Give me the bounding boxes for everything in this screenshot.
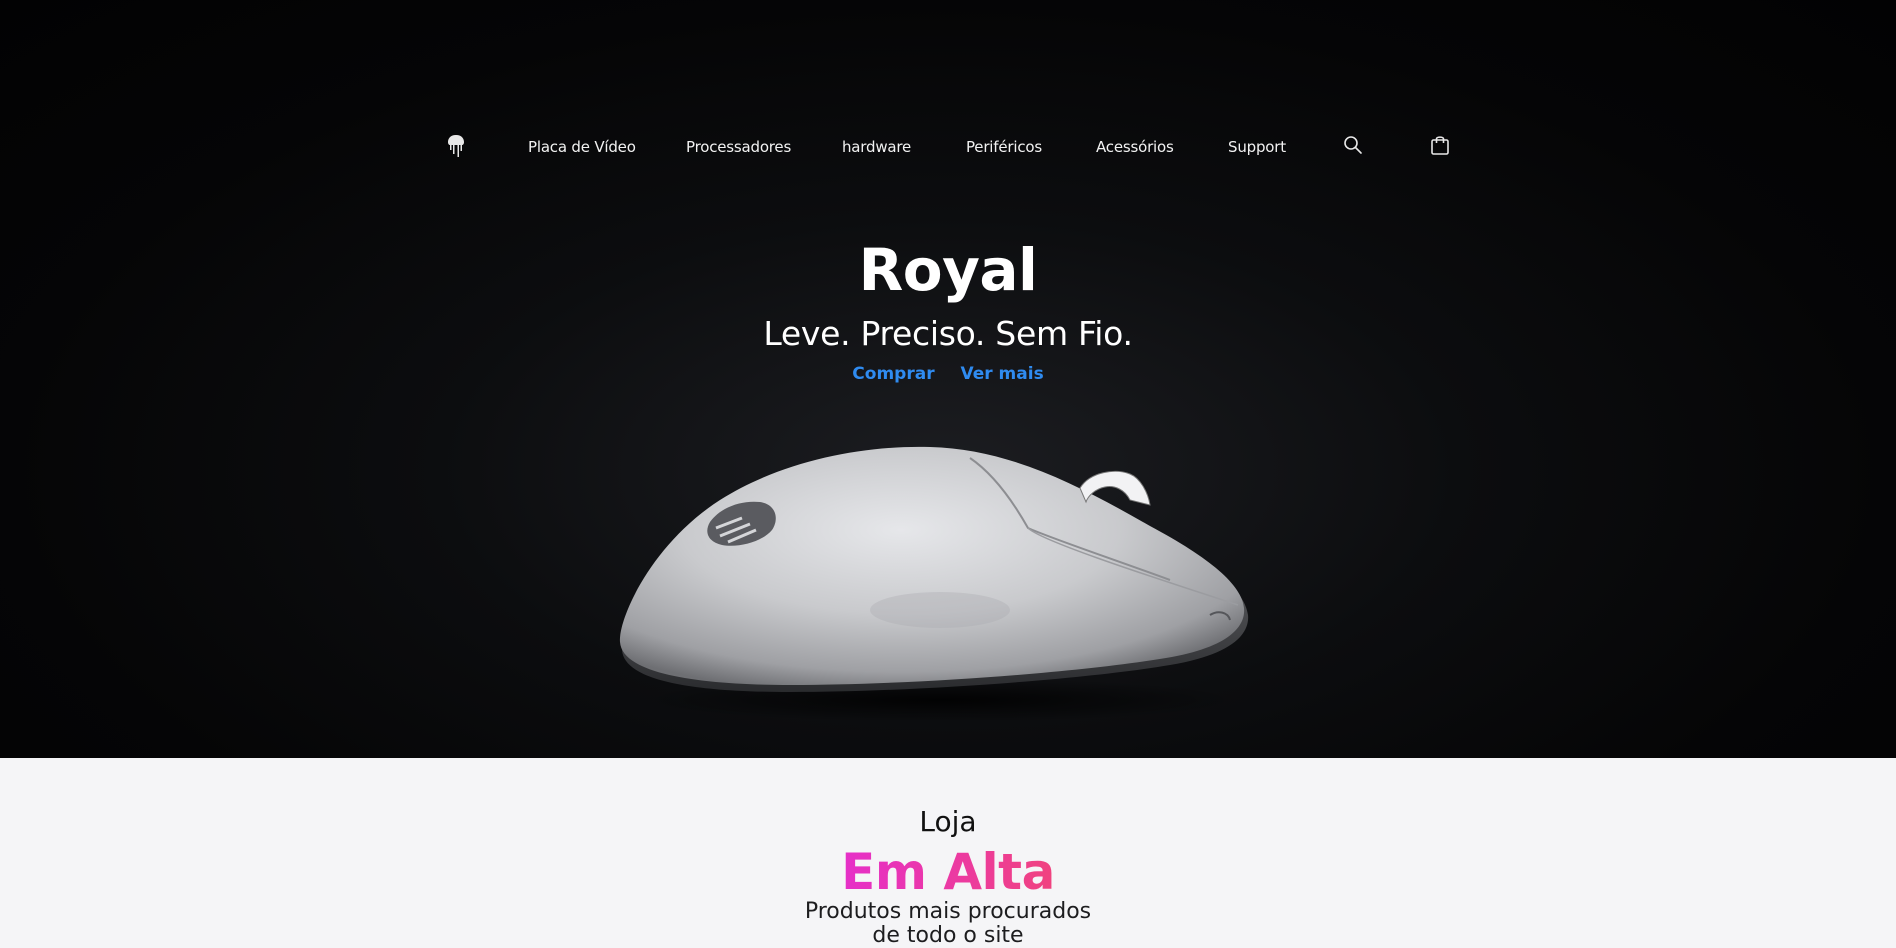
section-title: Em Alta: [0, 843, 1896, 901]
nav-link-placa-de-video[interactable]: Placa de Vídeo: [528, 138, 636, 156]
hero-title: Royal: [858, 236, 1038, 304]
section-kicker: Loja: [919, 805, 977, 838]
learn-more-link[interactable]: Ver mais: [961, 364, 1044, 384]
nav-link-acessorios[interactable]: Acessórios: [1096, 138, 1174, 156]
hero-cta-group: Comprar Ver mais: [0, 364, 1896, 384]
hero-subtitle: Leve. Preciso. Sem Fio.: [763, 314, 1133, 353]
top-navigation: Placa de Vídeo Processadores hardware Pe…: [0, 130, 1896, 164]
nav-link-support[interactable]: Support: [1228, 138, 1286, 156]
nav-link-perifericos[interactable]: Periféricos: [966, 138, 1042, 156]
hero-section: Placa de Vídeo Processadores hardware Pe…: [0, 0, 1896, 758]
shopping-bag-icon[interactable]: [1429, 134, 1451, 156]
trending-section: Loja Em Alta Produtos mais procurados de…: [0, 758, 1896, 948]
nav-link-hardware[interactable]: hardware: [842, 138, 911, 156]
section-description-line2: de todo o site: [872, 923, 1024, 948]
section-description: Produtos mais procurados de todo o site: [0, 900, 1896, 948]
section-title-text: Em Alta: [841, 843, 1055, 901]
section-description-line1: Produtos mais procurados: [804, 899, 1092, 924]
buy-link[interactable]: Comprar: [852, 364, 934, 384]
logo-icon[interactable]: [446, 134, 466, 158]
product-mouse-image: [619, 446, 1249, 720]
nav-link-processadores[interactable]: Processadores: [686, 138, 791, 156]
search-icon[interactable]: [1342, 134, 1364, 156]
